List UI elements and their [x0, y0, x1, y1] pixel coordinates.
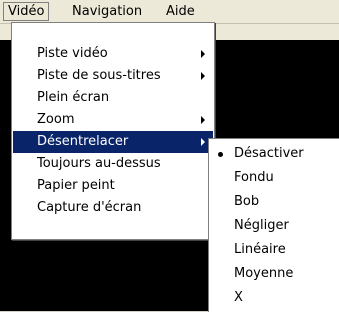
menu-item-plein-ecran[interactable]: Plein écran [13, 87, 213, 109]
submenu-item-x[interactable]: X [210, 287, 339, 309]
menu-item-label: Zoom [37, 112, 75, 127]
menu-item-desentrelacer[interactable]: Désentrelacer [13, 131, 213, 153]
submenu-arrow-icon [201, 116, 205, 124]
menu-item-label: Désentrelacer [37, 134, 129, 149]
radio-bullet-icon [218, 152, 223, 157]
menu-item-papier-peint[interactable]: Papier peint [13, 175, 213, 197]
menu-aide[interactable]: Aide [162, 3, 199, 20]
submenu-item-label: Linéaire [234, 242, 286, 257]
menu-item-capture-ecran[interactable]: Capture d'écran [13, 197, 213, 219]
menu-navigation[interactable]: Navigation [68, 3, 146, 20]
submenu-item-desactiver[interactable]: Désactiver [210, 143, 339, 165]
submenu-arrow-icon [201, 50, 205, 58]
video-menu: Piste vidéo Piste de sous-titres Plein é… [11, 22, 215, 240]
menu-item-label: Piste de sous-titres [37, 68, 161, 83]
menu-video[interactable]: Vidéo [3, 2, 50, 21]
menu-bar: Vidéo Navigation Aide [0, 0, 339, 24]
submenu-item-moyenne[interactable]: Moyenne [210, 263, 339, 285]
submenu-item-label: Négliger [234, 218, 289, 233]
submenu-item-bob[interactable]: Bob [210, 191, 339, 213]
submenu-item-negliger[interactable]: Négliger [210, 215, 339, 237]
menu-item-piste-video[interactable]: Piste vidéo [13, 43, 213, 65]
menu-item-label: Papier peint [37, 178, 115, 193]
submenu-arrow-icon [201, 72, 205, 80]
submenu-item-label: Bob [234, 194, 260, 209]
submenu-item-label: Désactiver [234, 146, 304, 161]
submenu-item-label: Moyenne [234, 266, 294, 281]
menu-item-label: Plein écran [37, 90, 110, 105]
submenu-item-label: X [234, 290, 243, 305]
deinterlace-submenu: Désactiver Fondu Bob Négliger Linéaire M… [208, 138, 339, 312]
submenu-item-lineaire[interactable]: Linéaire [210, 239, 339, 261]
submenu-item-label: Fondu [234, 170, 274, 185]
menu-item-piste-sous-titres[interactable]: Piste de sous-titres [13, 65, 213, 87]
menu-item-label: Piste vidéo [37, 46, 108, 61]
menu-item-label: Toujours au-dessus [37, 156, 161, 171]
submenu-item-fondu[interactable]: Fondu [210, 167, 339, 189]
menu-item-toujours-au-dessus[interactable]: Toujours au-dessus [13, 153, 213, 175]
submenu-arrow-icon [201, 138, 205, 146]
menu-item-zoom[interactable]: Zoom [13, 109, 213, 131]
menu-item-label: Capture d'écran [37, 200, 142, 215]
